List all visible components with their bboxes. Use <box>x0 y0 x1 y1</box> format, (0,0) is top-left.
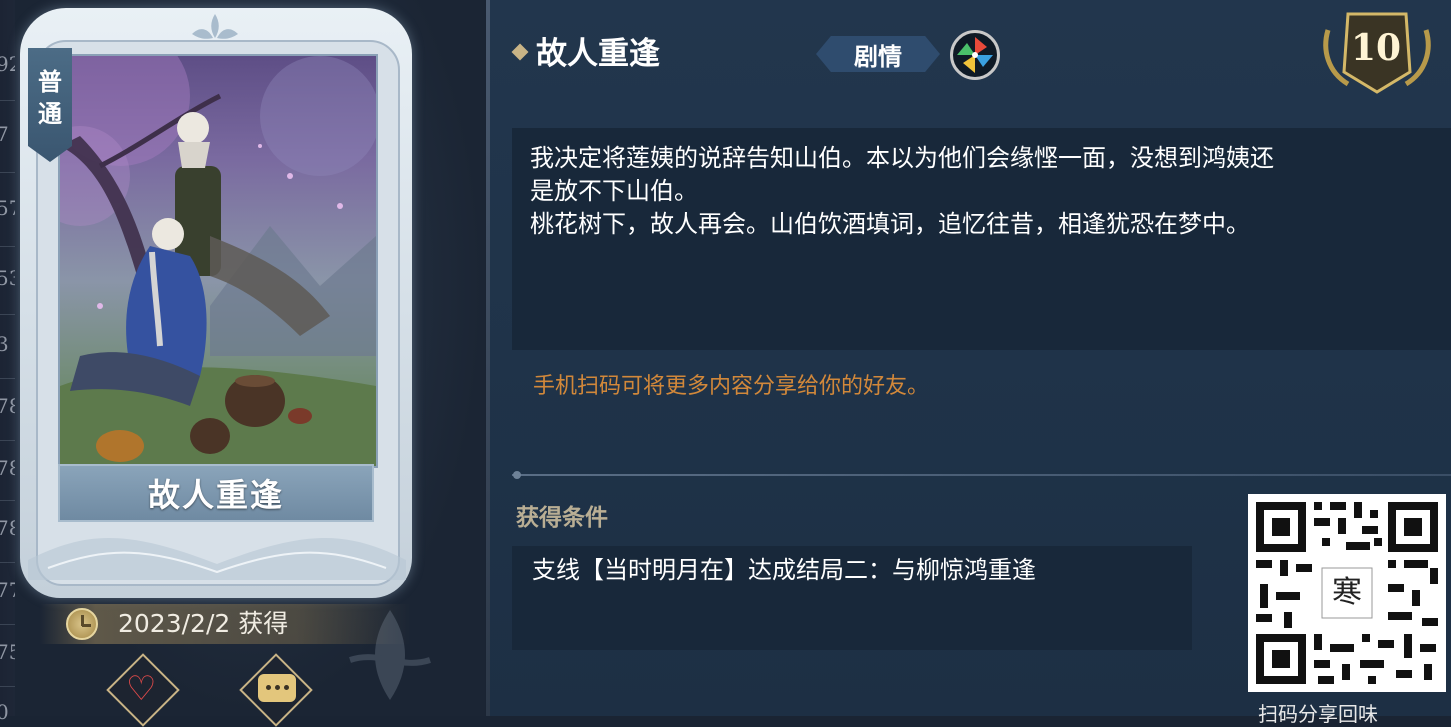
category-tag: 剧情 <box>816 36 940 72</box>
card-illustration <box>60 56 376 466</box>
condition-text: 支线【当时明月在】达成结局二：与柳惊鸿重逢 <box>532 556 1036 584</box>
event-description: 我决定将莲姨的说辞告知山伯。本以为他们会缘悭一面，没想到鸿姨还 是放不下山伯。 … <box>530 144 1274 238</box>
heart-icon: ♡ <box>126 669 157 709</box>
chat-bubble-icon <box>258 674 296 702</box>
obtained-date: 2023/2/2 获得 <box>118 606 288 642</box>
section-divider <box>512 474 1451 476</box>
level-number: 10 <box>1350 27 1402 69</box>
condition-heading: 获得条件 <box>516 504 608 531</box>
clock-icon <box>66 608 98 640</box>
card-top-ornament-icon <box>192 14 238 39</box>
svg-text:寒: 寒 <box>1332 575 1362 610</box>
rarity-char: 通 <box>38 99 62 128</box>
card-artwork <box>58 54 378 468</box>
pinwheel-icon[interactable] <box>950 30 1000 80</box>
rarity-char: 普 <box>38 67 62 96</box>
share-tip: 手机扫码可将更多内容分享给你的好友。 <box>533 374 930 399</box>
obtained-date-value: 2023/2/2 <box>118 609 231 638</box>
obtained-label: 获得 <box>238 609 289 638</box>
divider-dot-icon <box>513 471 521 479</box>
event-title: 故人重逢 <box>536 36 660 72</box>
decorative-flower-icon <box>349 610 431 700</box>
qr-code-graphic: 寒 <box>1256 502 1438 684</box>
card-base-ornament <box>28 537 406 580</box>
qr-code: 寒 <box>1248 494 1446 692</box>
card-title: 故人重逢 <box>58 464 374 522</box>
qr-label: 扫码分享回味 <box>1258 702 1378 726</box>
pinwheel-graphic <box>957 37 993 73</box>
rarity-tag: 普 通 <box>28 48 72 162</box>
